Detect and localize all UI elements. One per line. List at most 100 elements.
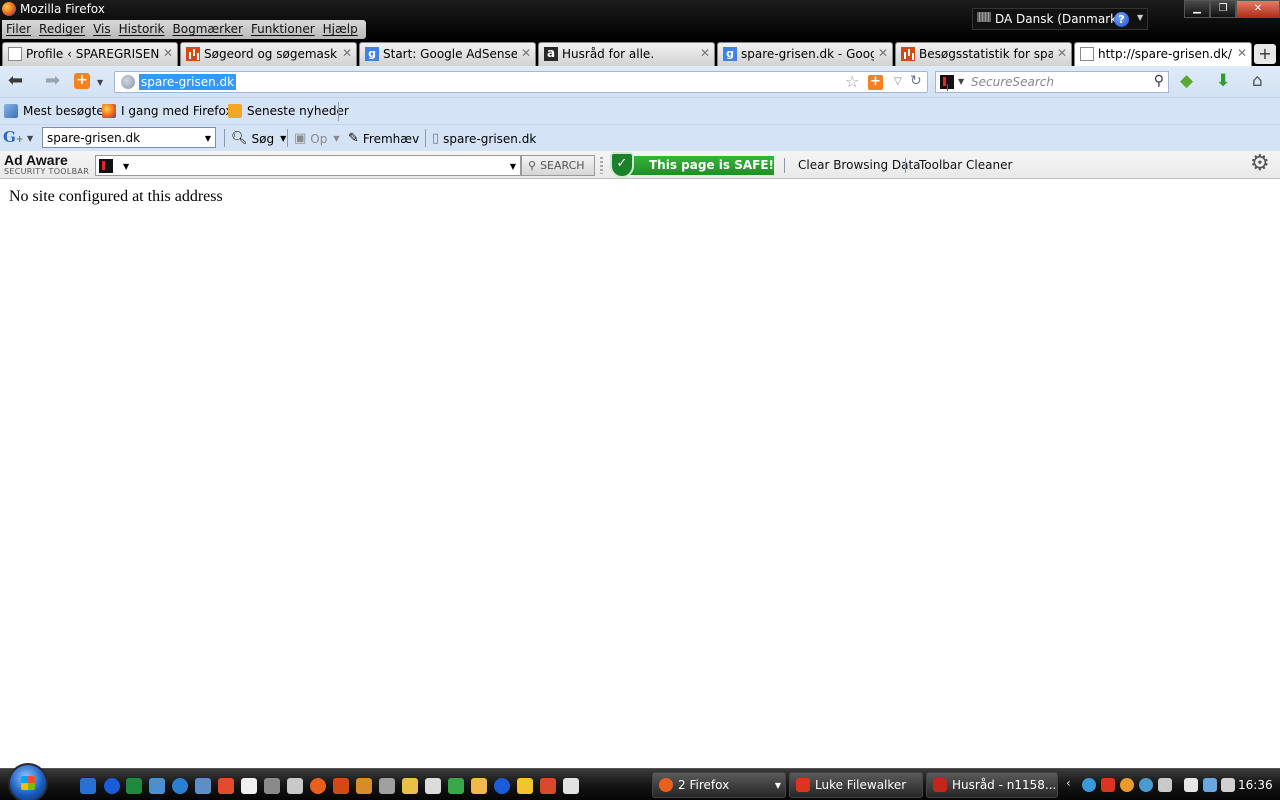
quicklaunch-drive-icon[interactable] [517, 778, 533, 794]
addon-plus-icon[interactable]: + [868, 75, 883, 90]
adaware-search-input[interactable]: ▼ ▼ [95, 155, 521, 176]
quicklaunch-ie2-icon[interactable] [494, 778, 510, 794]
tray-window-icon[interactable] [1158, 778, 1172, 792]
chevron-down-icon[interactable]: ▼ [958, 77, 964, 86]
google-search-combo[interactable]: spare-grisen.dk ▼ [42, 127, 216, 148]
bookmark-mest-besoegte[interactable]: Mest besøgte [4, 104, 104, 118]
quicklaunch-desktop-icon[interactable] [80, 778, 96, 794]
safe-status-badge[interactable]: This page is SAFE! [627, 156, 774, 175]
quicklaunch-monitor-icon[interactable] [195, 778, 211, 794]
search-engine-icon[interactable] [99, 159, 113, 173]
tab-soegeord[interactable]: Søgeord og søgemaski... ✕ [180, 42, 357, 66]
quicklaunch-paw-icon[interactable] [356, 778, 372, 794]
tray-battery-icon[interactable] [1184, 778, 1198, 792]
menu-vis[interactable]: Vis [89, 20, 115, 39]
tab-husraad[interactable]: a Husråd for alle. ✕ [538, 42, 715, 66]
home-icon[interactable]: ⌂ [1252, 72, 1263, 90]
chevron-down-icon[interactable]: ▼ [205, 134, 211, 143]
quicklaunch-excel-icon[interactable] [126, 778, 142, 794]
quicklaunch-red-icon[interactable] [540, 778, 556, 794]
menu-historik[interactable]: Historik [115, 20, 169, 39]
close-icon[interactable]: ✕ [163, 46, 173, 60]
tab-spare-grisen-active[interactable]: http://spare-grisen.dk/ ✕ [1074, 42, 1252, 67]
taskbar-husraad-button[interactable]: Husråd - n1158... [926, 772, 1058, 798]
addon-plus-button[interactable]: + [74, 73, 90, 89]
taskbar-firefox-button[interactable]: 2 Firefox ▼ [652, 772, 786, 798]
page-bookmark-button[interactable]: ▯ spare-grisen.dk [432, 131, 536, 146]
adaware-search-button[interactable]: ⚲ SEARCH [521, 155, 595, 176]
new-tab-button[interactable]: + [1254, 44, 1276, 64]
maximize-button[interactable]: ❐ [1210, 0, 1236, 18]
close-icon[interactable]: ✕ [1237, 46, 1247, 60]
quicklaunch-map-icon[interactable] [563, 778, 579, 794]
quicklaunch-green-icon[interactable] [448, 778, 464, 794]
chevron-down-icon[interactable]: ▼ [510, 162, 516, 171]
close-icon[interactable]: ✕ [1057, 46, 1067, 60]
start-button[interactable] [8, 763, 48, 800]
tab-profile[interactable]: Profile ‹ SPAREGRISENs ... ✕ [2, 42, 178, 66]
quicklaunch-stats-icon[interactable] [333, 778, 349, 794]
menu-hjaelp[interactable]: Hjælp [319, 20, 362, 39]
quicklaunch-orange-icon[interactable] [471, 778, 487, 794]
highlight-button[interactable]: ✎ Fremhæv [348, 131, 419, 146]
download-icon[interactable]: ⬇ [1216, 72, 1230, 90]
close-icon[interactable]: ✕ [521, 46, 531, 60]
tray-blue-icon[interactable] [1139, 778, 1153, 792]
reload-icon[interactable]: ↻ [910, 73, 922, 89]
tab-adsense[interactable]: g Start: Google AdSense ✕ [359, 42, 536, 66]
chevron-down-icon[interactable]: ▼ [123, 162, 129, 171]
up-button[interactable]: ▣ Op ▼ [294, 131, 340, 146]
gear-icon[interactable]: ⚙ [1250, 152, 1270, 176]
quicklaunch-sun-icon[interactable] [402, 778, 418, 794]
quicklaunch-tool-icon[interactable] [287, 778, 303, 794]
taskbar-luke-filewalker-button[interactable]: Luke Filewalker [789, 772, 923, 798]
bookmark-seneste-nyheder[interactable]: Seneste nyheder [228, 104, 349, 118]
history-dropdown-icon[interactable]: ▽ [894, 76, 902, 87]
quicklaunch-globe-icon[interactable] [172, 778, 188, 794]
quicklaunch-d-icon[interactable] [241, 778, 257, 794]
chevron-down-icon[interactable]: ▼ [280, 134, 286, 143]
google-search-button[interactable]: 🔍︎ Søg ▼ [231, 131, 286, 146]
menu-funktioner[interactable]: Funktioner [247, 20, 319, 39]
toolbar-cleaner-link[interactable]: Toolbar Cleaner [919, 158, 1012, 172]
quicklaunch-network-icon[interactable] [149, 778, 165, 794]
drag-handle[interactable] [600, 157, 603, 174]
quicklaunch-tools-icon[interactable] [379, 778, 395, 794]
search-box[interactable]: ▼ SecureSearch ⚲ [935, 71, 1169, 93]
bookmark-i-gang-med-firefox[interactable]: I gang med Firefox [102, 104, 233, 118]
chevron-down-icon[interactable]: ▼ [97, 78, 103, 87]
back-button[interactable]: ⬅ [8, 72, 23, 90]
adaware-logo[interactable]: Ad Aware [4, 153, 68, 167]
close-icon[interactable]: ✕ [700, 46, 710, 60]
clock[interactable]: 16:36 [1238, 778, 1273, 792]
close-button[interactable]: ✕ [1236, 0, 1280, 18]
help-icon[interactable]: ? [1114, 12, 1129, 27]
chevron-down-icon[interactable]: ▼ [333, 134, 339, 143]
menu-rediger[interactable]: Rediger [35, 20, 89, 39]
tray-red-icon[interactable] [1101, 778, 1115, 792]
menu-bogmaerker[interactable]: Bogmærker [169, 20, 247, 39]
close-icon[interactable]: ✕ [342, 46, 352, 60]
quicklaunch-window-icon[interactable] [425, 778, 441, 794]
tray-network-icon[interactable] [1203, 778, 1217, 792]
chevron-down-icon[interactable]: ▼ [1137, 13, 1143, 22]
addon-green-icon[interactable]: ◆ [1180, 72, 1193, 90]
quicklaunch-app-icon[interactable] [264, 778, 280, 794]
chevron-down-icon[interactable]: ▼ [775, 781, 781, 790]
tray-orange-icon[interactable] [1120, 778, 1134, 792]
tray-globe-icon[interactable] [1082, 778, 1096, 792]
url-bar[interactable]: spare-grisen.dk ☆ + ▽ ↻ [114, 71, 928, 93]
tab-google-spare-grisen[interactable]: g spare-grisen.dk - Googl... ✕ [717, 42, 893, 66]
search-placeholder[interactable]: SecureSearch [971, 75, 1054, 89]
search-engine-icon[interactable] [940, 75, 954, 89]
tab-besoegsstatistik[interactable]: Besøgsstatistik for spare... ✕ [895, 42, 1072, 66]
minimize-button[interactable]: ▁ [1184, 0, 1210, 18]
bookmark-star-icon[interactable]: ☆ [845, 72, 859, 91]
quicklaunch-google-icon[interactable] [218, 778, 234, 794]
quicklaunch-ie-icon[interactable] [104, 778, 120, 794]
close-icon[interactable]: ✕ [878, 46, 888, 60]
chevron-down-icon[interactable]: ▼ [27, 134, 33, 143]
quicklaunch-firefox-icon[interactable] [310, 778, 326, 794]
search-icon[interactable]: ⚲ [1154, 73, 1164, 89]
google-search-value[interactable]: spare-grisen.dk [47, 131, 140, 145]
